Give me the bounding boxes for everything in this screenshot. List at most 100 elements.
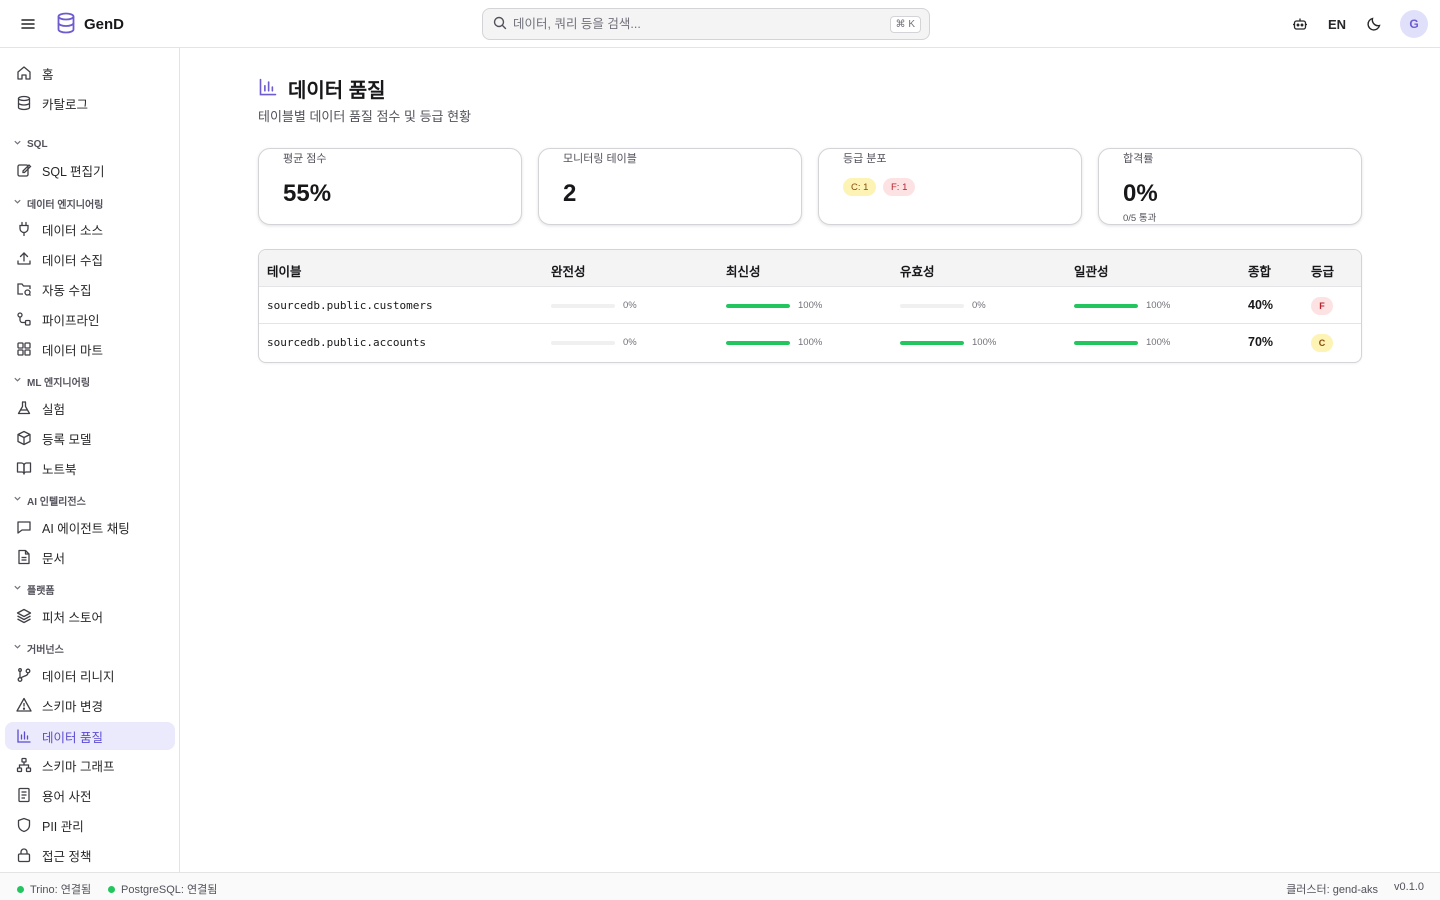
- sidebar-item-home[interactable]: 홈: [5, 59, 175, 87]
- table-row[interactable]: sourcedb.public.accounts 0% 100% 100% 10…: [259, 324, 1361, 361]
- glossary-icon: [16, 787, 32, 803]
- consistency-value: 100%: [1146, 300, 1171, 311]
- sidebar-item-experiments[interactable]: 실험: [5, 394, 175, 422]
- sidebar-item-data-source[interactable]: 데이터 소스: [5, 215, 175, 243]
- sidebar-item-pipeline[interactable]: 파이프라인: [5, 305, 175, 333]
- cluster-name: 클러스터: gend-aks: [1286, 884, 1379, 896]
- table-name[interactable]: sourcedb.public.accounts: [267, 336, 426, 349]
- avg-score-card: 평균 점수 55%: [258, 148, 522, 225]
- document-icon: [16, 549, 32, 565]
- sidebar-item-glossary[interactable]: 용어 사전: [5, 781, 175, 809]
- language-toggle[interactable]: EN: [1328, 17, 1346, 32]
- status-dot-icon: [17, 885, 24, 893]
- git-branch-icon: [16, 667, 32, 683]
- brand-logo[interactable]: GenD: [56, 12, 124, 37]
- card-caption: 모니터링 테이블: [563, 153, 637, 165]
- bar-chart-icon: [258, 77, 278, 100]
- table-row[interactable]: sourcedb.public.customers 0% 100% 0% 100…: [259, 287, 1361, 324]
- page-title-text: 데이터 품질: [288, 80, 386, 102]
- completeness-value: 0%: [623, 337, 637, 348]
- section-ai-intelligence[interactable]: AI 인텔리전스: [13, 493, 86, 508]
- total-score: 40%: [1248, 298, 1274, 312]
- edit-icon: [16, 162, 32, 178]
- status-dot-icon: [108, 885, 115, 893]
- sidebar-item-feature-store[interactable]: 피처 스토어: [5, 602, 175, 630]
- database-logo-icon: [56, 12, 76, 37]
- chevron-down-icon: [13, 375, 22, 387]
- sidebar-item-data-quality[interactable]: 데이터 품질: [5, 722, 175, 750]
- sidebar-item-schema-graph[interactable]: 스키마 그래프: [5, 751, 175, 779]
- sidebar-item-documents[interactable]: 문서: [5, 543, 175, 571]
- sidebar-item-sql-editor[interactable]: SQL 편집기: [5, 156, 175, 184]
- moon-icon[interactable]: [1362, 9, 1386, 39]
- completeness-bar: [551, 304, 615, 308]
- sidebar-item-data-lineage[interactable]: 데이터 리니지: [5, 661, 175, 689]
- sidebar-item-notebook[interactable]: 노트북: [5, 454, 175, 482]
- app-version: v0.1.0: [1394, 881, 1424, 893]
- sidebar: 홈 카탈로그 SQL SQL 편집기 데이터 엔지니어링 데이터 소스 데이터 …: [0, 48, 180, 872]
- card-caption: 합격률: [1123, 153, 1154, 165]
- database-icon: [16, 95, 32, 111]
- validity-bar: [900, 304, 964, 308]
- chat-icon: [16, 519, 32, 535]
- grade-c-chip: C: 1: [843, 178, 877, 196]
- pipeline-icon: [16, 311, 32, 327]
- col-consistency[interactable]: 일관성: [1074, 261, 1109, 280]
- pass-rate-value: 0%: [1123, 180, 1158, 207]
- user-avatar[interactable]: G: [1400, 10, 1428, 38]
- sidebar-item-registered-models[interactable]: 등록 모델: [5, 424, 175, 452]
- col-completeness[interactable]: 완전성: [551, 261, 586, 280]
- menu-icon[interactable]: [18, 14, 38, 34]
- upload-icon: [16, 251, 32, 267]
- book-icon: [16, 460, 32, 476]
- pass-rate-card: 합격률 0% 0/5 통과: [1098, 148, 1362, 225]
- footer-info: 클러스터: gend-aks v0.1.0: [1286, 881, 1424, 897]
- sidebar-item-pii-management[interactable]: PII 관리: [5, 811, 175, 839]
- sidebar-item-data-mart[interactable]: 데이터 마트: [5, 335, 175, 363]
- sidebar-item-access-policy[interactable]: 접근 정책: [5, 841, 175, 869]
- global-search[interactable]: ⌘ K: [482, 8, 930, 40]
- chevron-down-icon: [13, 138, 22, 150]
- section-data-engineering[interactable]: 데이터 엔지니어링: [13, 196, 103, 211]
- col-total[interactable]: 종합: [1248, 261, 1271, 280]
- network-icon: [16, 757, 32, 773]
- freshness-value: 100%: [798, 300, 823, 311]
- search-icon: [493, 16, 507, 33]
- monitored-tables-value: 2: [563, 180, 577, 207]
- top-header: GenD ⌘ K EN G: [0, 0, 1440, 48]
- package-icon: [16, 430, 32, 446]
- col-freshness[interactable]: 최신성: [726, 261, 761, 280]
- completeness-value: 0%: [623, 300, 637, 311]
- chevron-down-icon: [13, 197, 22, 209]
- grade-distribution-card: 등급 분포 C: 1 F: 1: [818, 148, 1082, 225]
- monitored-tables-card: 모니터링 테이블 2: [538, 148, 802, 225]
- lock-icon: [16, 847, 32, 863]
- consistency-value: 100%: [1146, 337, 1171, 348]
- table-name[interactable]: sourcedb.public.customers: [267, 299, 433, 312]
- section-governance[interactable]: 거버넌스: [13, 641, 64, 656]
- sidebar-item-data-ingest[interactable]: 데이터 수집: [5, 245, 175, 273]
- sidebar-item-ai-agent-chat[interactable]: AI 에이전트 채팅: [5, 513, 175, 541]
- table-header: 테이블 완전성 최신성 유효성 일관성 종합 등급: [259, 250, 1361, 287]
- search-input[interactable]: [513, 17, 890, 31]
- search-shortcut: ⌘ K: [889, 15, 921, 33]
- postgres-status: PostgreSQL: 연결됨: [108, 881, 217, 897]
- sidebar-item-auto-ingest[interactable]: 자동 수집: [5, 275, 175, 303]
- trino-status: Trino: 연결됨: [17, 881, 91, 897]
- bot-icon[interactable]: [1288, 9, 1312, 39]
- section-ml-engineering[interactable]: ML 엔지니어링: [13, 374, 90, 389]
- header-actions: EN G: [1288, 9, 1428, 39]
- consistency-bar: [1074, 304, 1138, 308]
- page-title: 데이터 품질: [258, 74, 386, 103]
- col-grade[interactable]: 등급: [1311, 261, 1334, 280]
- sidebar-item-schema-change[interactable]: 스키마 변경: [5, 691, 175, 719]
- bar-chart-icon: [16, 728, 32, 744]
- col-validity[interactable]: 유효성: [900, 261, 935, 280]
- card-caption: 평균 점수: [283, 153, 327, 165]
- col-table[interactable]: 테이블: [267, 261, 302, 280]
- section-platform[interactable]: 플랫폼: [13, 582, 55, 597]
- total-score: 70%: [1248, 335, 1274, 349]
- sidebar-item-catalog[interactable]: 카탈로그: [5, 89, 175, 117]
- section-sql[interactable]: SQL: [13, 137, 48, 151]
- status-bar: Trino: 연결됨 PostgreSQL: 연결됨 클러스터: gend-ak…: [0, 872, 1440, 900]
